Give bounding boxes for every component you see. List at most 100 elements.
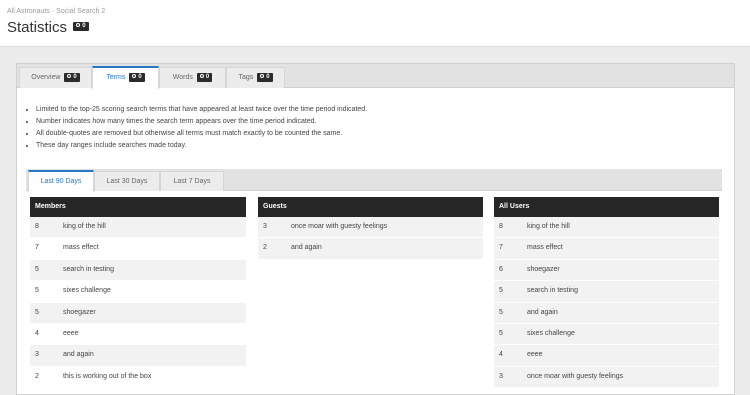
note-item: These day ranges include searches made t…: [36, 140, 367, 152]
tab-terms-badge: 0: [129, 72, 145, 82]
table-row: 2 and again: [258, 238, 483, 260]
table-row: 8 king of the hill: [30, 217, 246, 239]
tab-overview[interactable]: Overview 0: [19, 67, 92, 88]
range-tab-bar: Last 90 Days Last 30 Days Last 7 Days: [26, 169, 722, 192]
table-row: 3 once moar with guesty feelings: [258, 217, 483, 239]
stats-tab-bar: Overview 0 Terms 0 Words 0 Tags 0: [17, 64, 734, 89]
tab-last-7-days[interactable]: Last 7 Days: [160, 171, 224, 191]
term-count: 4: [35, 329, 39, 337]
term-count: 5: [499, 287, 503, 295]
term-count: 3: [35, 351, 39, 359]
members-header: Members: [30, 197, 246, 217]
table-row: 5 sixes challenge: [30, 281, 246, 303]
tab-last-90-days[interactable]: Last 90 Days: [28, 170, 94, 192]
term-count: 5: [35, 287, 39, 295]
table-row: 4 eeee: [494, 345, 719, 367]
term-text: king of the hill: [63, 223, 106, 230]
term-count: 5: [35, 308, 39, 316]
table-row: 5 sixes challenge: [494, 323, 719, 346]
term-text: once moar with guesty feelings: [527, 372, 624, 380]
term-count: 7: [35, 244, 39, 252]
term-text: eeee: [527, 351, 543, 359]
term-count: 4: [499, 351, 503, 359]
title-badge-count: 0: [82, 22, 86, 29]
term-text: search in testing: [63, 265, 114, 273]
table-row: 6 shoegazer: [494, 259, 719, 282]
tab-words-count: 0: [205, 73, 210, 80]
page-title: Statistics: [7, 19, 68, 36]
breadcrumb-separator: ·: [51, 8, 55, 15]
table-row: 7 mass effect: [494, 238, 719, 260]
search-icon: [132, 73, 137, 78]
term-text: sixes challenge: [63, 287, 111, 295]
breadcrumb-current-link[interactable]: Social Search 2: [56, 8, 105, 15]
all-users-column: All Users 8 king of the hill 7 mass effect…: [494, 197, 719, 389]
search-icon: [67, 73, 72, 78]
term-text: sixes challenge: [527, 329, 575, 337]
table-row: 5 and again: [494, 302, 719, 324]
note-item: Number indicates how many times the sear…: [36, 116, 367, 128]
term-text: and again: [63, 351, 94, 359]
term-count: 8: [499, 223, 503, 230]
tab-tags-label: Tags: [238, 74, 254, 81]
tab-overview-count: 0: [73, 73, 77, 80]
statistics-panel: Overview 0 Terms 0 Words 0 Tags 0 Limite…: [16, 63, 735, 395]
term-count: 5: [499, 329, 503, 337]
term-text: once moar with guesty feelings: [291, 223, 388, 230]
term-count: 5: [35, 265, 39, 273]
guests-header: Guests: [258, 197, 483, 217]
guests-column: Guests 3 once moar with guesty feelings 2…: [258, 197, 483, 260]
table-row: 8 king of the hill: [494, 217, 719, 239]
term-text: this is working out of the box: [63, 372, 152, 380]
term-text: king of the hill: [527, 223, 570, 230]
page-header: All Astronauts · Social Search 2 Statistic…: [0, 0, 750, 47]
breadcrumb: All Astronauts · Social Search 2: [7, 8, 105, 15]
search-icon: [260, 73, 265, 78]
title-search-badge[interactable]: 0: [73, 21, 89, 31]
table-row: 5 search in testing: [30, 259, 246, 282]
note-item: All double-quotes are removed but otherw…: [36, 128, 367, 140]
term-text: and again: [527, 308, 558, 316]
tab-words[interactable]: Words 0: [159, 67, 226, 88]
tab-tags-count: 0: [266, 73, 270, 80]
tab-words-label: Words: [172, 74, 193, 81]
page-title-row: Statistics 0: [7, 19, 89, 37]
tab-words-badge: 0: [196, 72, 213, 82]
table-row: 7 mass effect: [30, 238, 246, 260]
tab-terms-label: Terms: [106, 74, 126, 81]
note-item: Limited to the top-25 scoring search ter…: [36, 104, 367, 116]
term-text: search in testing: [527, 287, 578, 295]
notes-list: Limited to the top-25 scoring search ter…: [26, 104, 367, 152]
tab-tags[interactable]: Tags 0: [226, 67, 285, 88]
term-count: 3: [263, 223, 267, 230]
search-icon: [199, 73, 204, 78]
term-count: 3: [499, 372, 503, 380]
term-count: 5: [499, 308, 503, 316]
term-text: mass effect: [63, 244, 99, 252]
table-row: 5 search in testing: [494, 281, 719, 303]
tab-overview-badge: 0: [64, 72, 80, 82]
term-text: mass effect: [527, 244, 563, 252]
table-row: 5 shoegazer: [30, 302, 246, 324]
term-text: shoegazer: [63, 308, 96, 316]
tab-tags-badge: 0: [257, 72, 273, 82]
term-count: 2: [35, 372, 39, 380]
table-row: 2 this is working out of the box: [30, 367, 246, 389]
term-count: 6: [499, 265, 503, 273]
term-count: 7: [499, 244, 503, 252]
term-text: and again: [291, 244, 322, 252]
tab-terms-count: 0: [138, 73, 142, 80]
search-icon: [76, 22, 81, 27]
term-text: shoegazer: [527, 265, 560, 273]
all-users-header: All Users: [494, 197, 719, 217]
tab-last-30-days[interactable]: Last 30 Days: [94, 171, 160, 191]
term-count: 2: [263, 244, 267, 252]
members-column: Members 8 king of the hill 7 mass effect 5…: [30, 197, 246, 389]
table-row: 3 once moar with guesty feelings: [494, 366, 719, 389]
tab-overview-label: Overview: [31, 74, 61, 81]
table-row: 4 eeee: [30, 324, 246, 346]
term-count: 8: [35, 223, 39, 230]
term-text: eeee: [63, 329, 79, 337]
breadcrumb-parent-link[interactable]: All Astronauts: [7, 8, 50, 15]
tab-terms[interactable]: Terms 0: [92, 66, 159, 89]
